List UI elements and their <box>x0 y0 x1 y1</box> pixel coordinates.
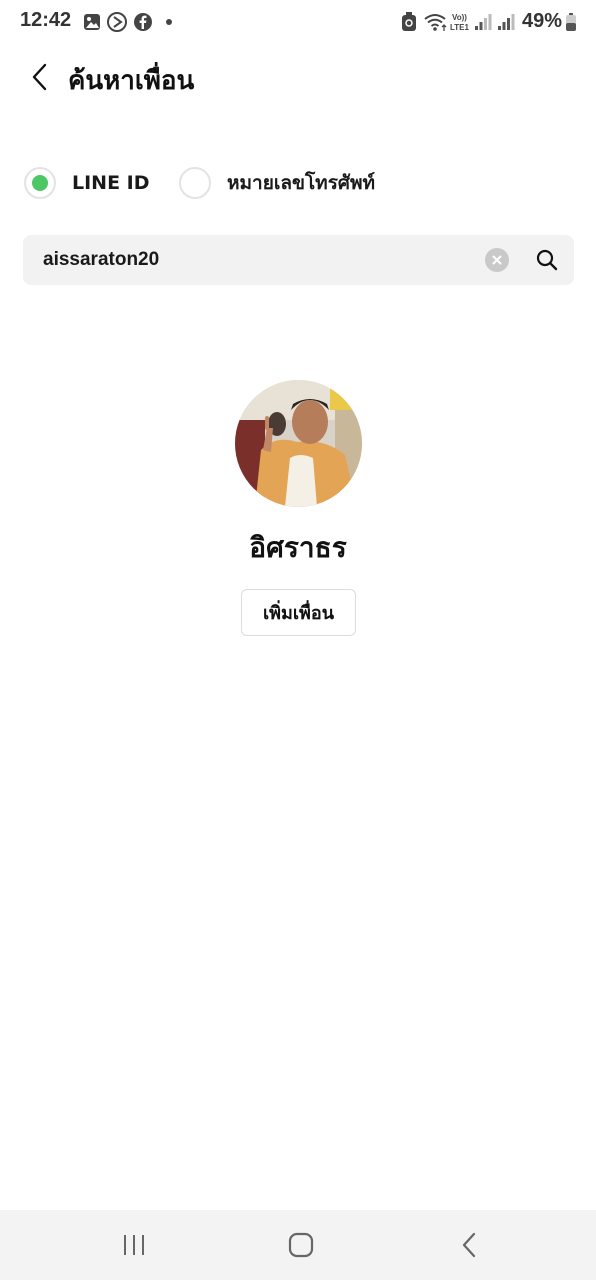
back-icon <box>462 1232 476 1258</box>
header: ค้นหาเพื่อน <box>0 50 596 106</box>
profile-name: อิศราธร <box>249 531 347 564</box>
home-button[interactable] <box>281 1230 321 1260</box>
gallery-icon <box>82 12 102 32</box>
signal-icon <box>474 12 492 32</box>
search-input[interactable] <box>43 235 483 285</box>
radio-unchecked-icon <box>179 167 211 199</box>
wifi-icon <box>423 12 449 32</box>
battery-percent: 49% <box>522 10 563 32</box>
svg-text:LTE1: LTE1 <box>450 23 470 32</box>
signal-icon <box>497 12 515 32</box>
radio-line-id[interactable]: LINE ID <box>24 162 150 204</box>
radio-checked-icon <box>24 167 56 199</box>
dot-icon <box>164 12 174 32</box>
status-time: 12:42 <box>20 9 72 31</box>
radio-phone-number[interactable]: หมายเลขโทรศัพท์ <box>179 162 375 204</box>
avatar[interactable] <box>235 380 362 507</box>
search-icon <box>536 249 558 271</box>
clear-button[interactable] <box>485 248 509 272</box>
recents-button[interactable] <box>114 1230 154 1260</box>
nav-bar <box>0 1210 596 1280</box>
add-friend-button[interactable]: เพิ่มเพื่อน <box>241 589 356 636</box>
search-button[interactable] <box>533 246 561 274</box>
volte-lte-icon: Vo)) LTE1 <box>450 12 472 32</box>
recents-icon <box>124 1235 144 1255</box>
cleaner-icon <box>400 12 418 32</box>
radio-label-line-id: LINE ID <box>72 172 150 194</box>
home-icon <box>288 1232 314 1258</box>
nav-back-button[interactable] <box>449 1230 489 1260</box>
svg-text:Vo)): Vo)) <box>452 13 467 22</box>
back-button[interactable] <box>22 60 56 94</box>
media-icon <box>106 12 128 32</box>
battery-icon <box>564 12 578 32</box>
page-title: ค้นหาเพื่อน <box>68 66 195 96</box>
search-box <box>23 235 574 285</box>
status-bar: 12:42 Vo)) LTE1 49% <box>0 0 596 46</box>
facebook-icon <box>133 12 153 32</box>
profile-photo <box>235 380 362 507</box>
chevron-left-icon <box>32 63 47 91</box>
close-icon <box>492 255 502 265</box>
search-type-selector: LINE ID หมายเลขโทรศัพท์ <box>0 162 596 204</box>
radio-label-phone-number: หมายเลขโทรศัพท์ <box>227 172 376 194</box>
